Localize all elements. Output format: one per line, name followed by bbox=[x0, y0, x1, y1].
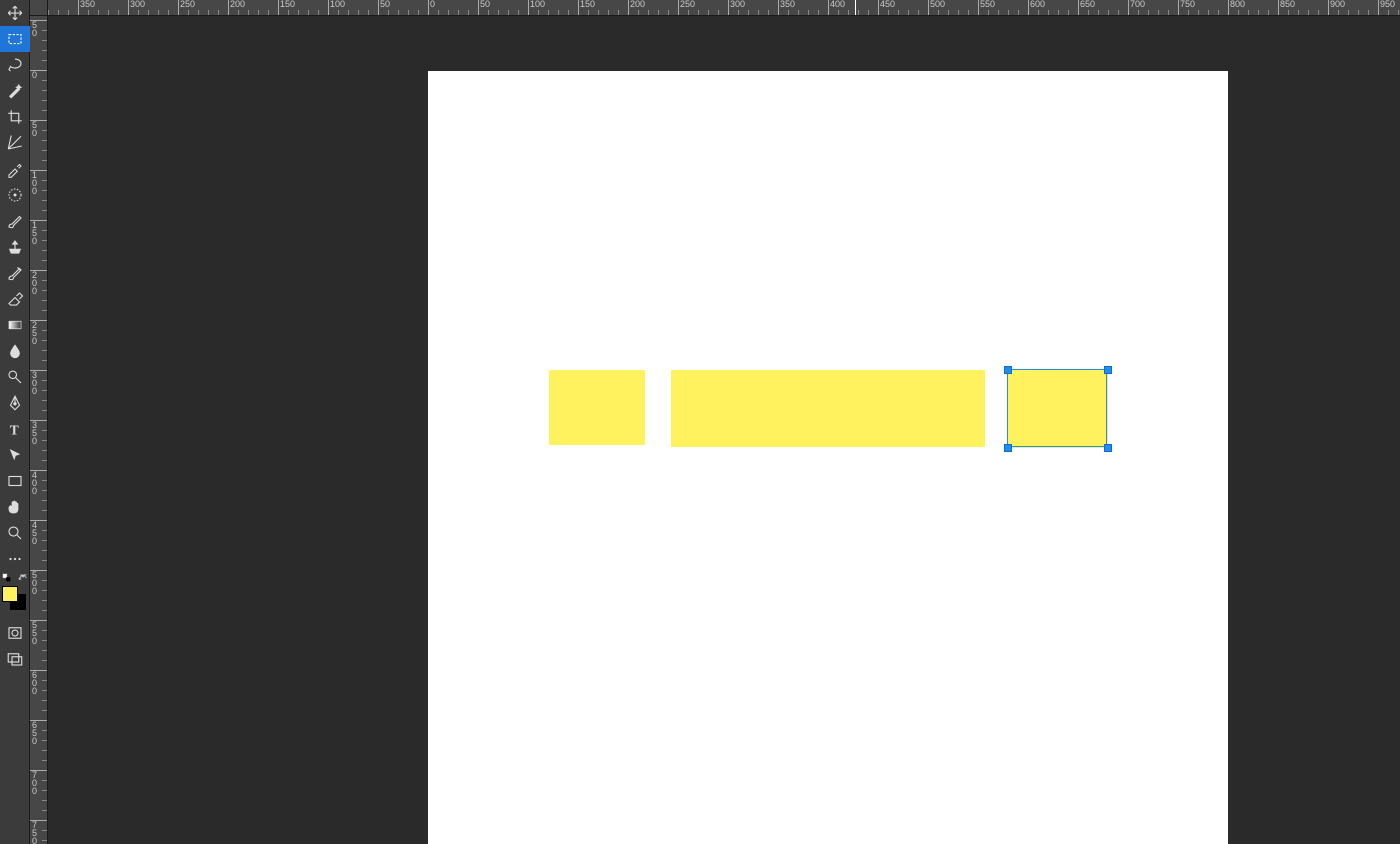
rectangle-shape-tool[interactable] bbox=[0, 468, 30, 494]
ruler-h-label: 50 bbox=[480, 0, 490, 9]
ruler-v-label: 5 5 0 bbox=[32, 621, 42, 645]
ruler-v-label: 5 0 bbox=[32, 21, 42, 37]
quick-mask-toggle[interactable] bbox=[0, 620, 30, 646]
ruler-origin[interactable] bbox=[30, 0, 48, 16]
rect-1[interactable] bbox=[549, 370, 645, 445]
more-tools[interactable] bbox=[0, 546, 30, 572]
ruler-v-label: 3 5 0 bbox=[32, 421, 42, 445]
ruler-h-label: 600 bbox=[1030, 0, 1045, 9]
ruler-h-label: 400 bbox=[830, 0, 845, 9]
move-tool[interactable] bbox=[0, 0, 30, 26]
hand-tool[interactable] bbox=[0, 494, 30, 520]
ruler-v-label: 2 5 0 bbox=[32, 321, 42, 345]
ruler-v-label: 1 0 0 bbox=[32, 171, 42, 195]
rectangle-select-tool[interactable] bbox=[0, 26, 30, 52]
ruler-cursor bbox=[855, 0, 856, 16]
ruler-h-label: 950 bbox=[1380, 0, 1395, 9]
eyedropper-tool[interactable] bbox=[0, 156, 30, 182]
ruler-v-label: 5 0 bbox=[32, 121, 42, 137]
selection-handle-se[interactable] bbox=[1104, 444, 1112, 452]
ruler-h-label: 650 bbox=[1080, 0, 1095, 9]
ruler-h-label: 800 bbox=[1230, 0, 1245, 9]
swap-colors-icon bbox=[18, 573, 28, 583]
magic-wand-tool[interactable] bbox=[0, 78, 30, 104]
ruler-v-label: 2 0 0 bbox=[32, 271, 42, 295]
ruler-v-label: 1 5 0 bbox=[32, 221, 42, 245]
ruler-v-label: 4 0 0 bbox=[32, 471, 42, 495]
type-tool[interactable]: T bbox=[0, 416, 30, 442]
foreground-color-swatch[interactable] bbox=[2, 586, 18, 602]
path-select-tool[interactable] bbox=[0, 442, 30, 468]
slice-tool[interactable] bbox=[0, 130, 30, 156]
canvas[interactable] bbox=[428, 71, 1228, 844]
gradient-tool[interactable] bbox=[0, 312, 30, 338]
ruler-v-label: 6 0 0 bbox=[32, 671, 42, 695]
swap-reset-colors[interactable] bbox=[0, 572, 30, 584]
ruler-v-label: 5 0 0 bbox=[32, 571, 42, 595]
ruler-h-label: 150 bbox=[280, 0, 295, 9]
ruler-h-label: 100 bbox=[530, 0, 545, 9]
ruler-v-label: 0 bbox=[32, 71, 42, 79]
default-colors-icon bbox=[2, 573, 12, 583]
selection-outline[interactable] bbox=[1007, 369, 1107, 447]
ruler-v-label: 7 5 0 bbox=[32, 821, 42, 844]
ruler-v-label: 4 5 0 bbox=[32, 521, 42, 545]
selection-handle-nw[interactable] bbox=[1004, 366, 1012, 374]
lasso-tool[interactable] bbox=[0, 52, 30, 78]
ruler-h-label: 200 bbox=[230, 0, 245, 9]
ruler-h-label: 250 bbox=[180, 0, 195, 9]
zoom-tool[interactable] bbox=[0, 520, 30, 546]
ruler-h-label: 300 bbox=[130, 0, 145, 9]
ruler-h-label: 300 bbox=[730, 0, 745, 9]
ruler-v-label: 3 0 0 bbox=[32, 371, 42, 395]
selection-handle-sw[interactable] bbox=[1004, 444, 1012, 452]
ruler-h-label: 850 bbox=[1280, 0, 1295, 9]
clone-stamp-tool[interactable] bbox=[0, 234, 30, 260]
ruler-h-label: 450 bbox=[880, 0, 895, 9]
ruler-v-label: 7 0 0 bbox=[32, 771, 42, 795]
ruler-h-label: 50 bbox=[380, 0, 390, 9]
ruler-h-label: 550 bbox=[980, 0, 995, 9]
spot-heal-tool[interactable] bbox=[0, 182, 30, 208]
ruler-h-label: 200 bbox=[630, 0, 645, 9]
dodge-tool[interactable] bbox=[0, 364, 30, 390]
color-swatches[interactable] bbox=[0, 586, 30, 616]
ruler-h-label: 500 bbox=[930, 0, 945, 9]
ruler-h-label: 700 bbox=[1130, 0, 1145, 9]
ruler-horizontal[interactable]: 4003503002502001501005005010015020025030… bbox=[48, 0, 1400, 16]
canvas-viewport[interactable] bbox=[48, 16, 1400, 844]
brush-tool[interactable] bbox=[0, 208, 30, 234]
ruler-h-label: 150 bbox=[580, 0, 595, 9]
ruler-h-label: 250 bbox=[680, 0, 695, 9]
ruler-h-label: 350 bbox=[780, 0, 795, 9]
selection-handle-ne[interactable] bbox=[1104, 366, 1112, 374]
ruler-h-label: 900 bbox=[1330, 0, 1345, 9]
ruler-vertical[interactable]: 1 0 05 005 01 0 01 5 02 0 02 5 03 0 03 5… bbox=[30, 16, 48, 844]
ruler-h-label: 750 bbox=[1180, 0, 1195, 9]
toolbox: T bbox=[0, 0, 30, 844]
svg-text:T: T bbox=[10, 422, 19, 437]
screen-mode-toggle[interactable] bbox=[0, 646, 30, 672]
eraser-tool[interactable] bbox=[0, 286, 30, 312]
blur-tool[interactable] bbox=[0, 338, 30, 364]
history-brush-tool[interactable] bbox=[0, 260, 30, 286]
ruler-h-label: 0 bbox=[430, 0, 435, 9]
ruler-h-label: 350 bbox=[80, 0, 95, 9]
rect-2[interactable] bbox=[671, 370, 985, 447]
ruler-v-label: 6 5 0 bbox=[32, 721, 42, 745]
pen-tool[interactable] bbox=[0, 390, 30, 416]
ruler-h-label: 100 bbox=[330, 0, 345, 9]
crop-tool[interactable] bbox=[0, 104, 30, 130]
